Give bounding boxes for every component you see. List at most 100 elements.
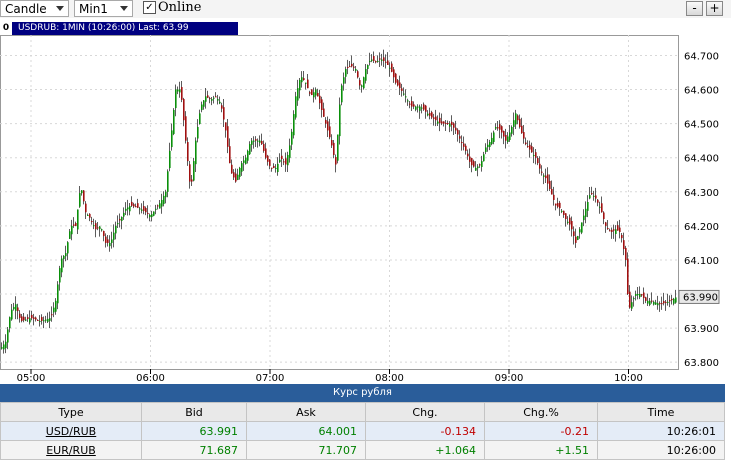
chart-title: USDRUB: 1MIN (10:26:00) Last: 63.99 xyxy=(18,23,189,33)
candle xyxy=(405,89,407,103)
candle xyxy=(519,114,521,129)
candle xyxy=(367,64,369,75)
col-header-bid[interactable]: Bid xyxy=(141,402,247,422)
chart-type-dropdown[interactable]: Candle xyxy=(0,0,69,17)
candle xyxy=(109,235,111,252)
candle xyxy=(595,187,597,203)
candle xyxy=(653,300,655,306)
candle xyxy=(167,169,169,198)
candle xyxy=(535,148,537,165)
candle xyxy=(103,230,105,242)
candle xyxy=(191,174,193,187)
candle xyxy=(339,97,341,145)
candle xyxy=(75,221,77,227)
price-chart[interactable]: 64.700 64.600 64.500 64.400 64.300 64.200 64.1… xyxy=(0,35,731,384)
candle xyxy=(239,166,241,180)
candle xyxy=(307,73,309,89)
candle xyxy=(259,135,261,147)
candle xyxy=(313,87,315,103)
candle xyxy=(273,163,275,169)
candle xyxy=(505,128,507,149)
candle xyxy=(165,189,167,204)
candle xyxy=(467,149,469,160)
candle xyxy=(577,235,579,241)
candle xyxy=(539,156,541,174)
candle xyxy=(623,232,625,256)
symbol-link-usd-rub[interactable]: USD/RUB xyxy=(0,421,142,441)
table-row[interactable]: EUR/RUB 71.687 71.707 +1.064 +1.51 10:26… xyxy=(0,440,725,460)
candle xyxy=(371,54,373,63)
candle xyxy=(271,167,273,172)
y-tick-label: 63.800 xyxy=(684,358,719,369)
timeframe-dropdown[interactable]: Min1 xyxy=(74,0,133,17)
candle xyxy=(185,111,187,144)
candle xyxy=(303,70,305,81)
candle xyxy=(89,213,91,222)
candle xyxy=(455,120,457,134)
zoom-in-button[interactable]: + xyxy=(706,1,723,16)
candle xyxy=(47,312,49,323)
candle xyxy=(325,117,327,128)
chevron-down-icon xyxy=(56,6,64,11)
candle xyxy=(153,211,155,217)
col-header-ask[interactable]: Ask xyxy=(246,402,366,422)
candle xyxy=(31,310,33,321)
candle xyxy=(475,161,477,171)
candle xyxy=(527,140,529,148)
candle xyxy=(201,101,203,113)
symbol-link-eur-rub[interactable]: EUR/RUB xyxy=(0,440,142,460)
candle xyxy=(439,112,441,132)
candle xyxy=(361,84,363,93)
candle xyxy=(407,98,409,106)
candle xyxy=(99,225,101,237)
candle xyxy=(375,60,377,64)
chg-cell: +1.064 xyxy=(365,440,485,460)
candle xyxy=(179,81,181,98)
candle xyxy=(573,226,575,245)
col-header-type[interactable]: Type xyxy=(0,402,142,422)
candles xyxy=(1,49,677,354)
candle xyxy=(225,122,227,138)
candle xyxy=(421,104,423,114)
candle xyxy=(181,81,183,103)
candle xyxy=(469,148,471,169)
candle xyxy=(403,87,405,96)
zoom-out-button[interactable]: - xyxy=(686,1,703,16)
chg-pct-cell: -0.21 xyxy=(484,421,598,441)
candle xyxy=(491,132,493,146)
candle xyxy=(115,221,117,240)
candle xyxy=(69,229,71,240)
candle xyxy=(363,76,365,90)
candle xyxy=(627,252,629,295)
y-tick-label: 64.700 xyxy=(684,51,719,62)
candle xyxy=(263,140,265,153)
candle xyxy=(645,296,647,304)
timeframe-value: Min1 xyxy=(79,2,108,16)
candle xyxy=(635,290,637,301)
candle xyxy=(261,133,263,145)
candle xyxy=(269,159,271,170)
candle xyxy=(493,130,495,145)
col-header-time[interactable]: Time xyxy=(597,402,725,422)
candle xyxy=(665,300,667,311)
online-checkbox[interactable]: ✓ xyxy=(143,1,156,14)
table-row[interactable]: USD/RUB 63.991 64.001 -0.134 -0.21 10:26… xyxy=(0,421,725,441)
window-number: 0 xyxy=(0,22,12,35)
candle xyxy=(589,187,591,200)
candle xyxy=(379,52,381,67)
chart-type-value: Candle xyxy=(5,2,47,16)
candle xyxy=(487,138,489,152)
candle xyxy=(79,185,81,208)
candle xyxy=(37,319,39,322)
candle xyxy=(557,197,559,209)
chg-pct-cell: +1.51 xyxy=(484,440,598,460)
col-header-chg[interactable]: Chg. xyxy=(365,402,485,422)
candle xyxy=(241,160,243,176)
candle xyxy=(445,120,447,131)
candle xyxy=(661,296,663,310)
candle xyxy=(441,113,443,126)
col-header-chg-pct[interactable]: Chg.% xyxy=(484,402,598,422)
candle xyxy=(71,219,73,241)
candle xyxy=(5,334,7,354)
y-tick-label: 64.100 xyxy=(684,256,719,267)
